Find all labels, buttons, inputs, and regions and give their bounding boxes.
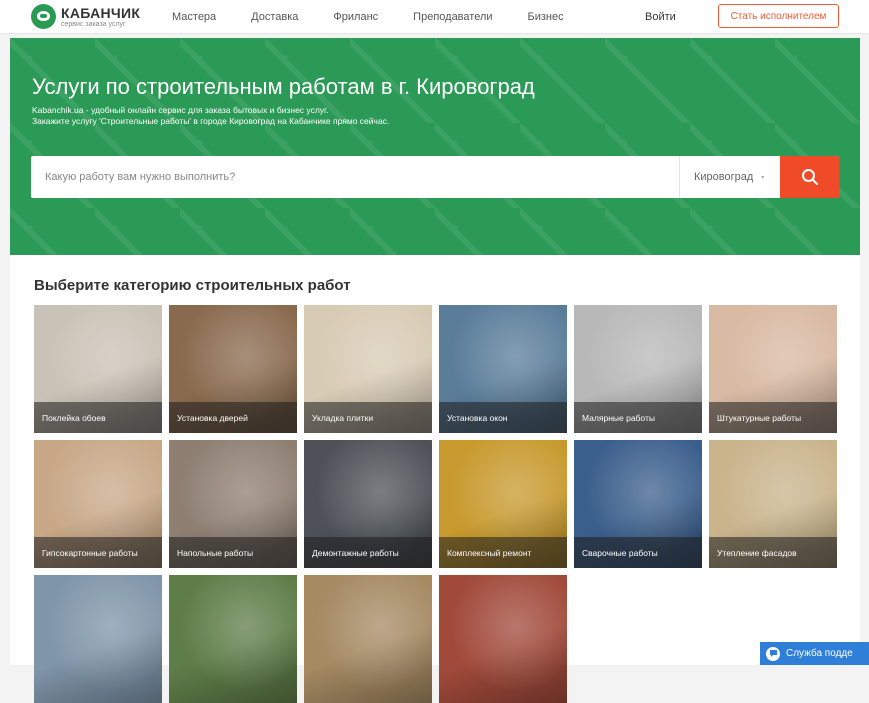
category-tile[interactable]: [439, 575, 567, 703]
category-label: Поклейка обоев: [34, 402, 162, 433]
category-label: Демонтажные работы: [304, 537, 432, 568]
category-tile[interactable]: [169, 575, 297, 703]
category-label: Напольные работы: [169, 537, 297, 568]
chat-icon: [766, 646, 780, 661]
category-tile[interactable]: Малярные работы: [574, 305, 702, 433]
top-navigation-bar: КАБАНЧИК сервис заказа услуг Мастера Дос…: [0, 0, 869, 34]
logo[interactable]: КАБАНЧИК сервис заказа услуг: [31, 4, 140, 29]
category-photo: [34, 575, 162, 703]
category-tile[interactable]: [304, 575, 432, 703]
hero-description-line-2: Закажите услугу 'Строительные работы' в …: [32, 116, 390, 126]
category-tile[interactable]: [34, 575, 162, 703]
pig-logo-icon: [31, 4, 56, 29]
category-tile[interactable]: Комплексный ремонт: [439, 440, 567, 568]
category-label: Установка окон: [439, 402, 567, 433]
search-bar: Кировоград ▾: [31, 156, 839, 198]
become-performer-button[interactable]: Стать исполнителем: [718, 4, 839, 28]
support-chat-label: Служба подде: [786, 648, 853, 659]
category-tile[interactable]: Сварочные работы: [574, 440, 702, 568]
categories-section: Выберите категорию строительных работ По…: [10, 255, 860, 703]
category-label: Установка дверей: [169, 402, 297, 433]
search-button[interactable]: [780, 156, 839, 198]
page-title: Услуги по строительным работам в г. Киро…: [32, 74, 535, 99]
category-tile[interactable]: Утепление фасадов: [709, 440, 837, 568]
category-label: Комплексный ремонт: [439, 537, 567, 568]
category-tile[interactable]: Установка окон: [439, 305, 567, 433]
nav-link-business[interactable]: Бизнес: [528, 11, 564, 23]
category-photo: [304, 575, 432, 703]
hero-background-pattern: [10, 38, 860, 255]
category-photo: [169, 575, 297, 703]
logo-tagline: сервис заказа услуг: [61, 20, 126, 28]
city-select[interactable]: Кировоград ▾: [679, 156, 780, 198]
chevron-down-icon: ▾: [761, 174, 765, 181]
nav-link-masters[interactable]: Мастера: [172, 11, 216, 23]
hero-description: Kabanchik.ua - удобный онлайн сервис для…: [32, 105, 389, 127]
category-tile[interactable]: Установка дверей: [169, 305, 297, 433]
login-link[interactable]: Войти: [645, 11, 676, 23]
category-tile[interactable]: Штукатурные работы: [709, 305, 837, 433]
city-select-value: Кировоград: [694, 171, 754, 183]
category-tile[interactable]: Гипсокартонные работы: [34, 440, 162, 568]
search-input[interactable]: [31, 156, 679, 198]
category-label: Утепление фасадов: [709, 537, 837, 568]
main-nav: Мастера Доставка Фриланс Преподаватели Б…: [172, 11, 599, 23]
category-tile[interactable]: Демонтажные работы: [304, 440, 432, 568]
nav-link-delivery[interactable]: Доставка: [251, 11, 298, 23]
category-photo: [439, 575, 567, 703]
category-tile[interactable]: Укладка плитки: [304, 305, 432, 433]
hero-description-line-1: Kabanchik.ua - удобный онлайн сервис для…: [32, 105, 329, 115]
category-label: Штукатурные работы: [709, 402, 837, 433]
category-tile[interactable]: Поклейка обоев: [34, 305, 162, 433]
category-label: Гипсокартонные работы: [34, 537, 162, 568]
nav-link-freelance[interactable]: Фриланс: [333, 11, 378, 23]
logo-name: КАБАНЧИК: [61, 4, 141, 21]
nav-link-teachers[interactable]: Преподаватели: [413, 11, 492, 23]
category-tile[interactable]: Напольные работы: [169, 440, 297, 568]
category-label: Укладка плитки: [304, 402, 432, 433]
support-chat-button[interactable]: Служба подде: [760, 642, 869, 665]
category-label: Сварочные работы: [574, 537, 702, 568]
hero-banner: Услуги по строительным работам в г. Киро…: [10, 38, 860, 255]
search-icon: [801, 169, 818, 185]
categories-title: Выберите категорию строительных работ: [34, 277, 351, 294]
category-label: Малярные работы: [574, 402, 702, 433]
